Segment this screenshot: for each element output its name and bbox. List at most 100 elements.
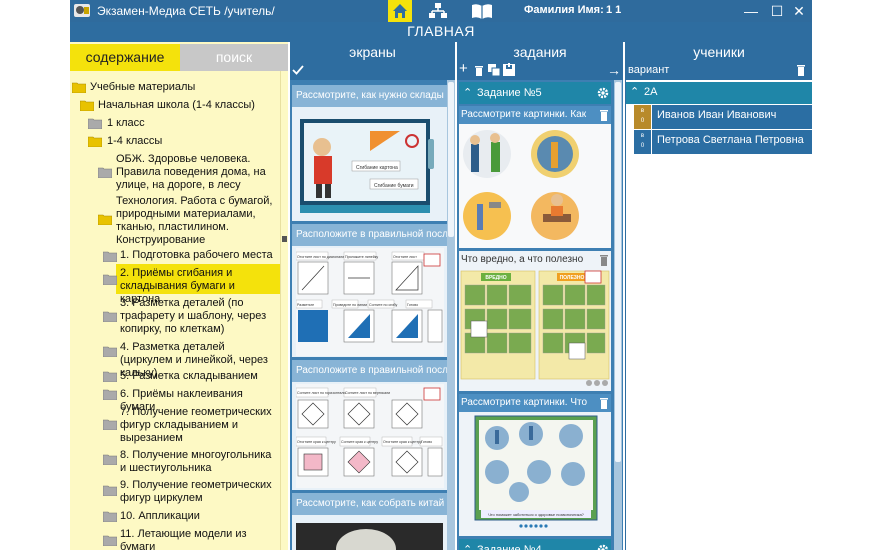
tree-item-root[interactable]: Учебные материалы [90, 81, 195, 94]
s2-step-label-4: Разметьте [297, 303, 314, 307]
tab-search[interactable]: поиск [180, 44, 288, 71]
folder-icon [98, 167, 112, 178]
screen-thumbnail [296, 523, 443, 550]
library-button[interactable] [470, 0, 494, 22]
gear-icon[interactable] [597, 544, 609, 550]
home-icon [393, 4, 407, 18]
maximize-icon: ☐ [770, 3, 784, 19]
s3-step-label-2: Согните лист по вертикали [345, 391, 390, 395]
minimize-button[interactable]: — [742, 2, 760, 20]
s2-step-label-1: Отогните лист по диагонали [297, 255, 344, 259]
useful-label: ПОЛЕЗНО [560, 275, 585, 281]
s3-step-label-5: Отогните края к центру [383, 440, 422, 444]
screen-card-title: Рассмотрите, как нужно склады [292, 85, 447, 107]
mark-top: в [640, 133, 645, 139]
task-card[interactable]: Рассмотрите картинки. Что Что поможет за… [459, 394, 611, 536]
tree-item-technology[interactable]: Технология. Работа с бумагой, природными… [116, 195, 276, 247]
folder-icon [103, 389, 117, 400]
save-icon[interactable] [503, 63, 515, 76]
task-card-title: Что вредно, а что полезно [459, 251, 611, 269]
tree-item-8[interactable]: 8. Получение многоугольника и шестиуголь… [120, 449, 278, 475]
check-icon[interactable] [292, 64, 304, 76]
s3-step-label-3: Отогните края к центру [297, 440, 336, 444]
task-card[interactable]: Что вредно, а что полезно ВРЕДНО ПОЛЕЗНО [459, 251, 611, 391]
folder-icon [103, 535, 117, 546]
tree-item-grades-1-4[interactable]: 1-4 классы [107, 135, 162, 148]
tree-item-3[interactable]: 3. Разметка деталей (по трафарету и шабл… [120, 297, 278, 336]
gear-icon[interactable] [597, 87, 609, 99]
home-button[interactable] [388, 0, 412, 22]
copy-icon[interactable] [488, 64, 500, 76]
class-group[interactable]: ⌃ 2А [626, 82, 812, 104]
screens-title: экраны [349, 44, 396, 60]
screen-card[interactable]: Расположите в правильной посл Согните ли… [292, 360, 447, 490]
collapse-icon: ⌃ [463, 87, 473, 99]
task-card-title: Рассмотрите картинки. Как [459, 106, 611, 124]
trash-icon[interactable] [599, 397, 609, 409]
tree-item-11[interactable]: 11. Летающие модели из бумаги [120, 528, 278, 550]
maximize-button[interactable]: ☐ [768, 2, 786, 20]
screens-scrollbar[interactable] [447, 80, 455, 550]
collapse-icon: ⌃ [630, 86, 640, 98]
screen-card-title: Расположите в правильной посл [292, 360, 447, 382]
screen-card[interactable]: Расположите в правильной посл Отогните л… [292, 224, 447, 357]
tree-item-grade-1[interactable]: 1 класс [107, 117, 145, 130]
students-title: ученики [693, 44, 745, 60]
students-header: ученики вариант [626, 42, 812, 80]
s2-step-label-7: Готово [407, 303, 418, 307]
content-tree: Учебные материалы Начальная школа (1-4 к… [70, 71, 280, 550]
user-name: 1 1 [606, 4, 622, 16]
screen-card-title: Расположите в правильной посл [292, 224, 447, 246]
add-task-button[interactable]: + [459, 60, 468, 77]
task-card-title: Рассмотрите картинки. Что [459, 394, 611, 412]
close-button[interactable]: ✕ [790, 2, 808, 20]
student-mark: в 0 [634, 105, 652, 129]
tasks-list: ⌃ Задание №5 Рассмотрите картинки. Как Ч… [457, 80, 623, 550]
s3-step-label-1: Согните лист по горизонтали [297, 391, 346, 395]
tree-item-1[interactable]: 1. Подготовка рабочего места [120, 249, 273, 262]
s2-step-label-6: Согните по сгибу [369, 303, 398, 307]
trash-icon[interactable] [796, 64, 806, 76]
folder-open-icon [98, 214, 112, 225]
screen-card[interactable]: Рассмотрите, как нужно склады Сгибание к… [292, 85, 447, 221]
screen-card[interactable]: Рассмотрите, как собрать китай [292, 493, 447, 550]
page-title: ГЛАВНАЯ [70, 22, 812, 42]
task-header-4[interactable]: ⌃ Задание №4 [459, 539, 611, 550]
student-mark: в 0 [634, 130, 652, 154]
app-title: Экзамен-Медиа СЕТЬ /учитель/ [97, 4, 275, 18]
task-thumbnail [459, 124, 611, 248]
fold-card-label: Сгибание картона [356, 165, 398, 171]
tasks-scrollbar[interactable] [614, 80, 622, 550]
task-header-5[interactable]: ⌃ Задание №5 [459, 82, 611, 104]
screens-scroll-thumb[interactable] [448, 82, 454, 237]
task-card[interactable]: Рассмотрите картинки. Как [459, 106, 611, 248]
tasks-title: задания [513, 44, 567, 60]
tree-item-9[interactable]: 9. Получение геометрических фигур циркул… [120, 479, 278, 505]
fold-paper-label: Сгибание бумаги [374, 183, 414, 189]
task-label: Задание №4 [477, 544, 542, 550]
folder-icon [103, 311, 117, 322]
tree-item-7[interactable]: 7. Получение геометрических фигур склады… [120, 406, 278, 445]
close-icon: ✕ [793, 3, 805, 19]
tree-item-5[interactable]: 5. Разметка складыванием [120, 370, 258, 383]
mark-bottom: 0 [640, 143, 645, 149]
trash-icon[interactable] [599, 254, 609, 266]
tree-scroll-thumb[interactable] [282, 236, 287, 242]
student-row[interactable]: в 0 Петрова Светлана Петровна [634, 130, 812, 154]
student-row[interactable]: в 0 Иванов Иван Иванович [634, 105, 812, 129]
tree-item-obzh[interactable]: ОБЖ. Здоровье человека. Правила поведени… [116, 153, 276, 192]
task-thumbnail: ВРЕДНО ПОЛЕЗНО [459, 269, 611, 391]
structure-button[interactable] [426, 0, 450, 22]
tasks-scroll-thumb[interactable] [615, 82, 621, 462]
tree-item-10[interactable]: 10. Аппликации [120, 510, 200, 523]
plus-icon: + [459, 60, 468, 77]
tree-scrollbar[interactable] [280, 71, 288, 550]
screen-thumbnail: Отогните лист по диагонали Приложите лин… [296, 248, 444, 356]
forward-arrow-button[interactable]: → [607, 62, 621, 78]
tab-content[interactable]: содержание [70, 44, 180, 71]
trash-icon[interactable] [599, 109, 609, 121]
tree-item-primary-school[interactable]: Начальная школа (1-4 классы) [98, 99, 255, 112]
trash-icon[interactable] [474, 64, 484, 76]
students-list: ⌃ 2А в 0 Иванов Иван Иванович в 0 Петров… [626, 80, 812, 550]
folder-icon [103, 346, 117, 357]
